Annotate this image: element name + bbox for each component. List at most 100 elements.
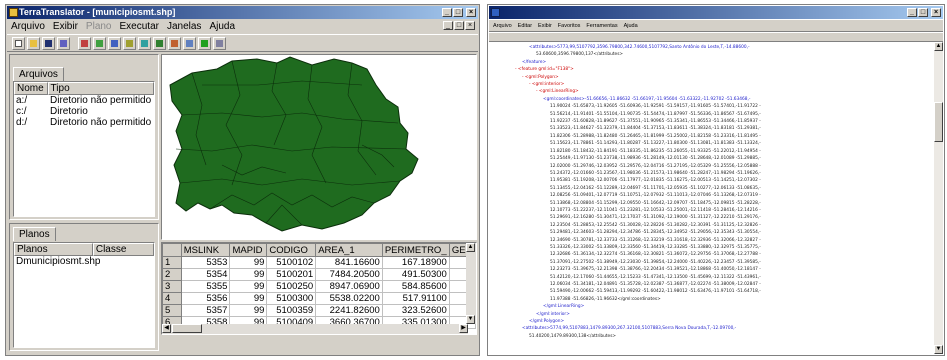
- new-file-icon[interactable]: [12, 36, 25, 50]
- item-classe: [94, 256, 96, 267]
- col-area[interactable]: AREA_1: [315, 243, 383, 257]
- corner-cell: [162, 243, 182, 257]
- tab-planos[interactable]: Planos: [13, 227, 56, 241]
- tab-arquivos[interactable]: Arquivos: [13, 67, 64, 81]
- col-nome[interactable]: Nome: [14, 82, 48, 95]
- zoom-out-icon[interactable]: [153, 36, 166, 50]
- window-titlebar[interactable]: TerraTranslator - [municipiosmt.shp] _ □…: [7, 6, 478, 19]
- xml-line: 11.90024 -51.65873,-11.92605 -51.60936,-…: [550, 104, 761, 110]
- menu-ferramentas[interactable]: Ferramentas: [586, 23, 617, 29]
- menu-favoritos[interactable]: Favoritos: [558, 23, 581, 29]
- table-row[interactable]: 5 5357 99 5100359 2241.82600 323.52600: [162, 304, 476, 317]
- xml-line: <attributes>5774,99,5107883,1479.89300,2…: [522, 326, 737, 332]
- xml-line: - <feature gml:id="F138">: [515, 67, 574, 73]
- cell: 491.50300: [381, 268, 450, 281]
- menu-exibir[interactable]: Exibir: [53, 21, 78, 32]
- browser-menu-bar: Arquivo Editar Exibir Favoritos Ferramen…: [489, 20, 943, 32]
- cell: 5100250: [266, 280, 317, 293]
- item-tipo: Diretorio: [50, 106, 88, 117]
- browser-titlebar[interactable]: _ □ ×: [489, 6, 943, 19]
- mdi-controls: _ □ ×: [443, 21, 475, 30]
- mato-grosso-map: [169, 56, 419, 232]
- table-header-row: MSLINK MAPID CODIGO AREA_1 PERIMETRO_ GE…: [162, 243, 476, 257]
- save-icon[interactable]: [42, 36, 55, 50]
- cell: 5357: [180, 304, 231, 317]
- menu-editar[interactable]: Editar: [518, 23, 532, 29]
- help-cursor-icon[interactable]: [57, 36, 70, 50]
- menu-plano: Plano: [85, 21, 112, 32]
- list-item[interactable]: d:/ Diretorio não permitido: [14, 117, 154, 128]
- xml-line: - <gml:interior>: [529, 82, 565, 88]
- col-codigo[interactable]: CODIGO: [266, 243, 317, 257]
- col-tipo[interactable]: Tipo: [47, 82, 154, 95]
- draw-icon[interactable]: [78, 36, 91, 50]
- xml-line: - <gml:Polygon>: [522, 74, 559, 80]
- pan-icon[interactable]: [123, 36, 136, 50]
- cell: 167.18900: [381, 256, 450, 269]
- open-folder-icon[interactable]: [27, 36, 40, 50]
- color-icon[interactable]: [198, 36, 211, 50]
- map-view[interactable]: [161, 54, 477, 240]
- list-item[interactable]: c:/ Diretorio: [14, 106, 154, 117]
- table-vertical-scrollbar[interactable]: ▲ ▼: [466, 243, 476, 324]
- menu-arquivo[interactable]: Arquivo: [11, 21, 45, 32]
- item-nome: a:/: [16, 95, 28, 106]
- zoom-fit-icon[interactable]: [168, 36, 181, 50]
- close-button[interactable]: ×: [931, 8, 941, 17]
- xml-line: 51.33523,-11.84627 -51.32379,-11.84404 -…: [550, 126, 761, 132]
- scroll-down-icon[interactable]: ▼: [466, 315, 475, 324]
- xml-line: 51.25449,-11.97130 -51.23738,-11.98936 -…: [550, 156, 761, 162]
- col-perimetro[interactable]: PERIMETRO_: [381, 243, 450, 257]
- arquivos-list: Nome Tipo a:/ Diretorio não permitido c:…: [13, 81, 155, 217]
- mdi-close-button[interactable]: ×: [465, 21, 475, 30]
- scroll-down-icon[interactable]: ▼: [934, 345, 943, 354]
- menu-executar[interactable]: Executar: [120, 21, 159, 32]
- col-mslink[interactable]: MSLINK: [180, 243, 231, 257]
- maximize-button[interactable]: □: [918, 8, 928, 17]
- xml-line: 12.23504 -51.28853,-12.25542 -51.30028,-…: [550, 222, 761, 228]
- item-tipo: Diretorio não permitido: [50, 95, 152, 106]
- toolbar: [7, 34, 478, 52]
- minimize-button[interactable]: _: [442, 8, 452, 17]
- menu-arquivo[interactable]: Arquivo: [493, 23, 512, 29]
- scroll-thumb[interactable]: [172, 324, 202, 333]
- refresh-icon[interactable]: [183, 36, 196, 50]
- table-row[interactable]: 4 5356 99 5100300 5538.02200 517.91100: [162, 292, 476, 305]
- xml-line: 12.06034 -51.34181,-12.04891 -51.35728,-…: [550, 282, 761, 287]
- table-row[interactable]: 1 5353 99 5100102 841.16600 167.18900: [162, 256, 476, 269]
- menu-ajuda[interactable]: Ajuda: [624, 23, 638, 29]
- scroll-right-icon[interactable]: ▶: [459, 324, 468, 333]
- col-classe[interactable]: Classe: [92, 243, 154, 256]
- close-button[interactable]: ×: [466, 8, 476, 17]
- list-item[interactable]: Dmunicipiosmt.shp: [14, 256, 154, 267]
- table-row[interactable]: 3 5355 99 5100250 8947.06900 584.85600: [162, 280, 476, 293]
- menu-janelas[interactable]: Janelas: [167, 21, 201, 32]
- col-mapid[interactable]: MAPID: [229, 243, 268, 257]
- select-rect-icon[interactable]: [93, 36, 106, 50]
- menu-ajuda[interactable]: Ajuda: [209, 21, 235, 32]
- menu-exibir[interactable]: Exibir: [538, 23, 552, 29]
- grid-icon[interactable]: [213, 36, 226, 50]
- cell: 5355: [180, 280, 231, 293]
- scroll-up-icon[interactable]: ▲: [466, 243, 475, 252]
- mdi-minimize-button[interactable]: _: [443, 21, 453, 30]
- zoom-in-icon[interactable]: [138, 36, 151, 50]
- cell: 99: [229, 268, 268, 281]
- mdi-restore-button[interactable]: □: [454, 21, 464, 30]
- move-icon[interactable]: [108, 36, 121, 50]
- map-svg: [169, 56, 419, 232]
- xml-line: 12.23273 -51.39675,-12.21398 -51.38766,-…: [550, 267, 761, 273]
- list-item[interactable]: a:/ Diretorio não permitido: [14, 95, 154, 106]
- minimize-button[interactable]: _: [907, 8, 917, 17]
- maximize-button[interactable]: □: [453, 8, 463, 17]
- xml-line: 12.32686 -51.36134,-12.32274 -51.36168,-…: [550, 252, 761, 258]
- table-row[interactable]: 2 5354 99 5100201 7484.20500 491.50300: [162, 268, 476, 281]
- xml-line: 11.95381 -51.19208,-12.00706 -51.17977,-…: [550, 178, 761, 184]
- window-title: TerraTranslator - [municipiosmt.shp]: [19, 7, 176, 17]
- xml-line: </gml:interior>: [536, 311, 570, 317]
- attribute-table: MSLINK MAPID CODIGO AREA_1 PERIMETRO_ GE…: [161, 242, 477, 335]
- scroll-left-icon[interactable]: ◀: [162, 324, 171, 333]
- xml-line: 12.08256 -51.09401,-12.07719 -51.10751,-…: [550, 193, 761, 199]
- table-horizontal-scrollbar[interactable]: ◀ ▶: [162, 324, 468, 334]
- col-planos[interactable]: Planos: [14, 243, 93, 256]
